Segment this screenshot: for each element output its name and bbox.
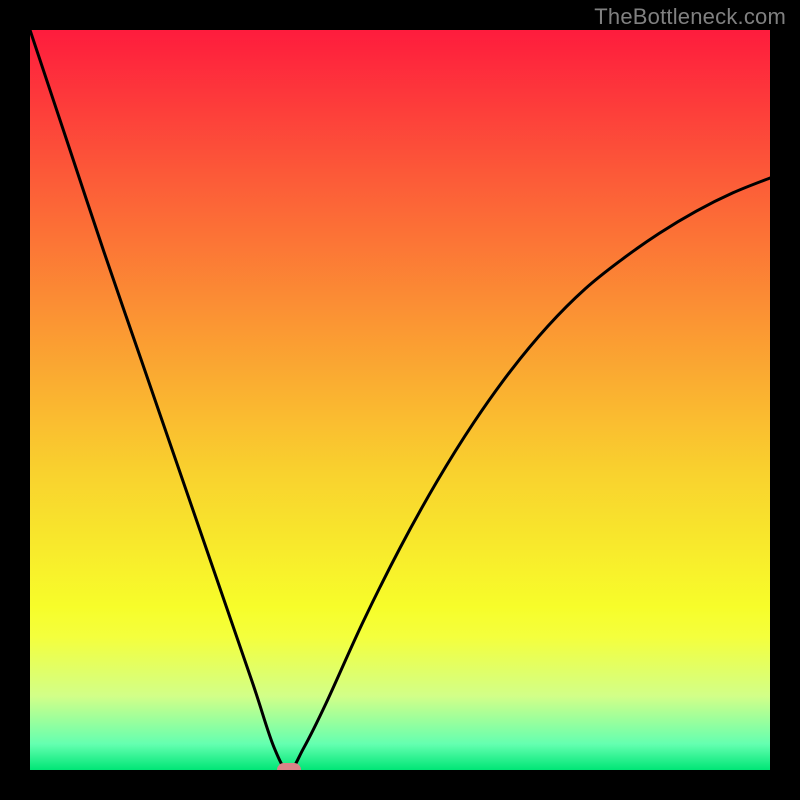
plot-area [30,30,770,770]
chart-frame: TheBottleneck.com [0,0,800,800]
bottleneck-curve [30,30,770,770]
watermark-label: TheBottleneck.com [594,4,786,30]
optimal-point-marker [277,763,301,770]
